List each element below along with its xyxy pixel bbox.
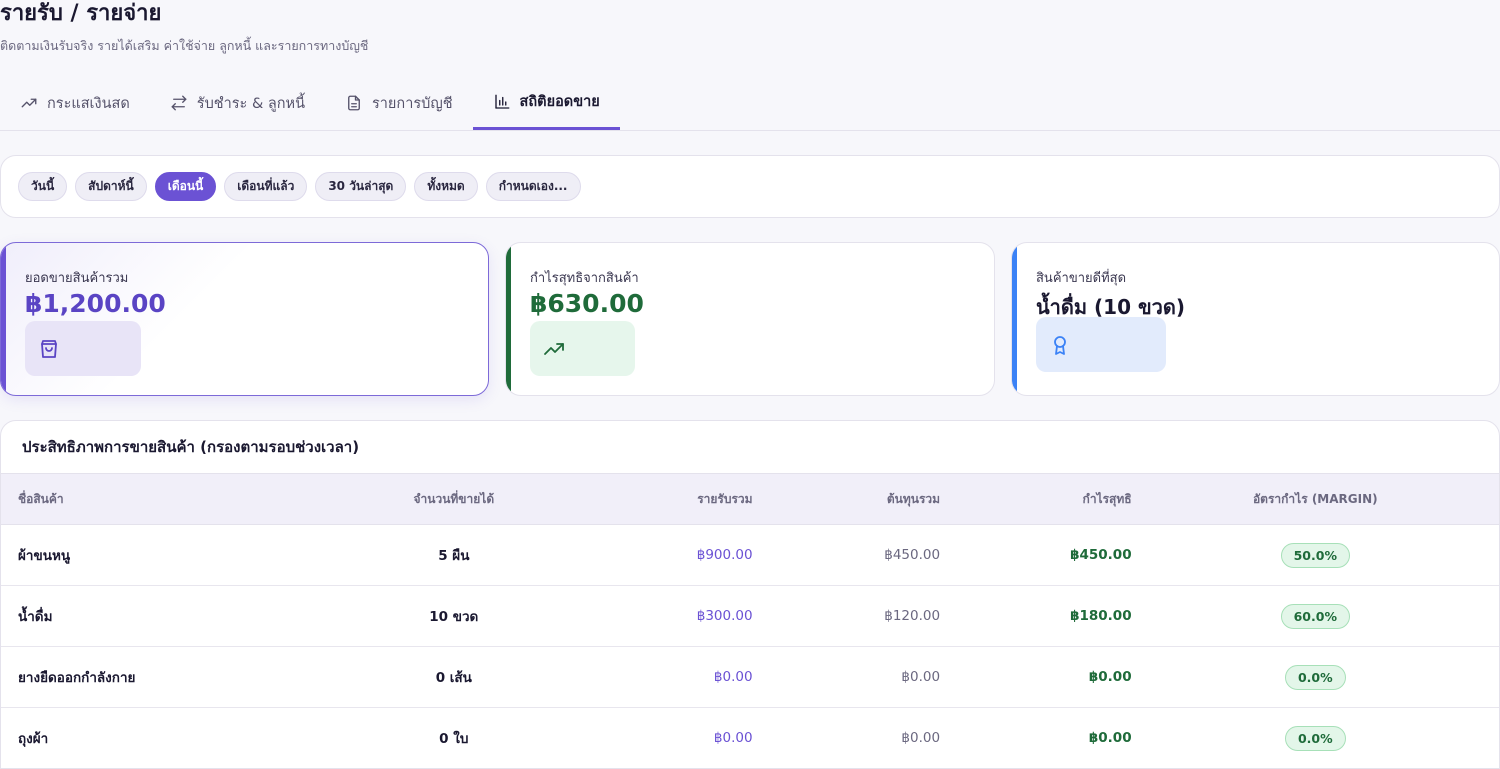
- sales-performance-table: ชื่อสินค้า จำนวนที่ขายได้ รายรับรวม ต้นท…: [1, 473, 1499, 768]
- stat-label: กำไรสุทธิจากสินค้า: [530, 271, 639, 286]
- column-header[interactable]: จำนวนที่ขายได้: [335, 473, 572, 525]
- filter-last-month[interactable]: เดือนที่แล้ว: [224, 172, 308, 201]
- table-row[interactable]: ถุงผ้า 0 ใบ ฿0.00 ฿0.00 ฿0.00 0.0%: [1, 708, 1499, 768]
- stat-value: ฿630.00: [530, 289, 644, 318]
- sales-performance-table-card: ประสิทธิภาพการขายสินค้า (กรองตามรอบช่วงเ…: [0, 420, 1500, 769]
- filter-all[interactable]: ทั้งหมด: [414, 172, 478, 201]
- award-icon: [1054, 335, 1066, 355]
- product-name: ถุงผ้า: [18, 731, 49, 747]
- filter-this-week[interactable]: สัปดาห์นี้: [75, 172, 147, 201]
- period-filter-bar: วันนี้ สัปดาห์นี้ เดือนนี้ เดือนที่แล้ว …: [0, 155, 1500, 218]
- product-name: ยางยืดออกกำลังกาย: [18, 670, 136, 686]
- total-sales-card: ยอดขายสินค้ารวม ฿1,200.00: [0, 242, 489, 396]
- transfer-icon: [171, 95, 187, 111]
- table-header-row: ชื่อสินค้า จำนวนที่ขายได้ รายรับรวม ต้นท…: [1, 473, 1499, 525]
- stat-label: สินค้าขายดีที่สุด: [1036, 271, 1127, 286]
- stat-label: ยอดขายสินค้ารวม: [25, 271, 129, 286]
- tab-label: สถิติยอดขาย: [519, 94, 600, 110]
- product-name: น้ำดื่ม: [18, 609, 53, 625]
- shopping-bag-icon: [41, 339, 57, 358]
- column-header[interactable]: ชื่อสินค้า: [1, 473, 336, 525]
- product-name: ผ้าขนหนู: [18, 548, 71, 564]
- stat-icon-container: [25, 321, 141, 376]
- total-cost: ฿120.00: [884, 608, 941, 624]
- total-revenue: ฿0.00: [713, 730, 753, 746]
- net-profit: ฿180.00: [1070, 608, 1132, 624]
- table-row[interactable]: ผ้าขนหนู 5 ผืน ฿900.00 ฿450.00 ฿450.00 5…: [1, 525, 1499, 586]
- filter-today[interactable]: วันนี้: [18, 172, 68, 201]
- tab-payments-debtors[interactable]: รับชำระ & ลูกหนี้: [150, 76, 325, 130]
- column-header[interactable]: อัตรากำไร (MARGIN): [1131, 473, 1499, 525]
- filter-custom[interactable]: กำหนดเอง...: [485, 172, 581, 201]
- stat-icon-container: [1036, 317, 1166, 372]
- total-revenue: ฿900.00: [696, 547, 753, 563]
- tab-label: รับชำระ & ลูกหนี้: [196, 95, 305, 112]
- column-header[interactable]: ต้นทุนรวม: [752, 473, 941, 525]
- document-icon: [348, 95, 360, 111]
- total-cost: ฿0.00: [901, 730, 941, 746]
- margin-badge: 60.0%: [1280, 603, 1350, 629]
- trending-up-icon: [544, 342, 564, 355]
- total-revenue: ฿0.00: [713, 669, 753, 685]
- filter-last-30-days[interactable]: 30 วันล่าสุด: [315, 172, 407, 201]
- margin-badge: 0.0%: [1284, 664, 1346, 690]
- net-profit: ฿0.00: [1088, 730, 1132, 746]
- filter-this-month[interactable]: เดือนนี้: [154, 172, 217, 201]
- table-row[interactable]: ยางยืดออกกำลังกาย 0 เส้น ฿0.00 ฿0.00 ฿0.…: [1, 647, 1499, 708]
- margin-badge: 0.0%: [1284, 725, 1346, 751]
- table-row[interactable]: น้ำดื่ม 10 ขวด ฿300.00 ฿120.00 ฿180.00 6…: [1, 586, 1499, 647]
- column-header[interactable]: รายรับรวม: [571, 473, 753, 525]
- tab-label: รายการบัญชี: [372, 95, 453, 112]
- total-cost: ฿450.00: [884, 547, 941, 563]
- stat-value: ฿1,200.00: [25, 289, 166, 318]
- tab-sales-statistics[interactable]: สถิติยอดขาย: [472, 76, 620, 130]
- tab-label: กระแสเงินสด: [47, 95, 130, 112]
- quantity-sold: 10 ขวด: [429, 609, 479, 625]
- quantity-sold: 0 ใบ: [439, 731, 469, 747]
- table-title: ประสิทธิภาพการขายสินค้า (กรองตามรอบช่วงเ…: [22, 438, 360, 456]
- page-subtitle: ติดตามเงินรับจริง รายได้เสริม ค่าใช้จ่าย…: [0, 38, 369, 53]
- net-profit: ฿450.00: [1070, 547, 1132, 563]
- tab-accounting-entries[interactable]: รายการบัญชี: [325, 76, 473, 130]
- page-title: รายรับ / รายจ่าย: [0, 1, 162, 26]
- best-seller-card: สินค้าขายดีที่สุด น้ำดื่ม (10 ขวด): [1011, 242, 1500, 396]
- quantity-sold: 0 เส้น: [435, 670, 472, 686]
- net-profit-card: กำไรสุทธิจากสินค้า ฿630.00: [505, 242, 995, 396]
- quantity-sold: 5 ผืน: [438, 548, 470, 564]
- bar-chart-icon: [494, 94, 509, 109]
- column-header[interactable]: กำไรสุทธิ: [940, 473, 1132, 525]
- total-revenue: ฿300.00: [696, 608, 753, 624]
- total-cost: ฿0.00: [901, 669, 941, 685]
- tab-bar: กระแสเงินสด รับชำระ & ลูกหนี้ รายการบัญช…: [0, 76, 1500, 131]
- trending-up-icon: [21, 98, 37, 108]
- stat-icon-container: [530, 321, 635, 376]
- margin-badge: 50.0%: [1280, 542, 1350, 568]
- page-header: รายรับ / รายจ่าย ติดตามเงินรับจริง รายได…: [0, 0, 368, 56]
- net-profit: ฿0.00: [1088, 669, 1132, 685]
- tab-cashflow[interactable]: กระแสเงินสด: [0, 76, 150, 130]
